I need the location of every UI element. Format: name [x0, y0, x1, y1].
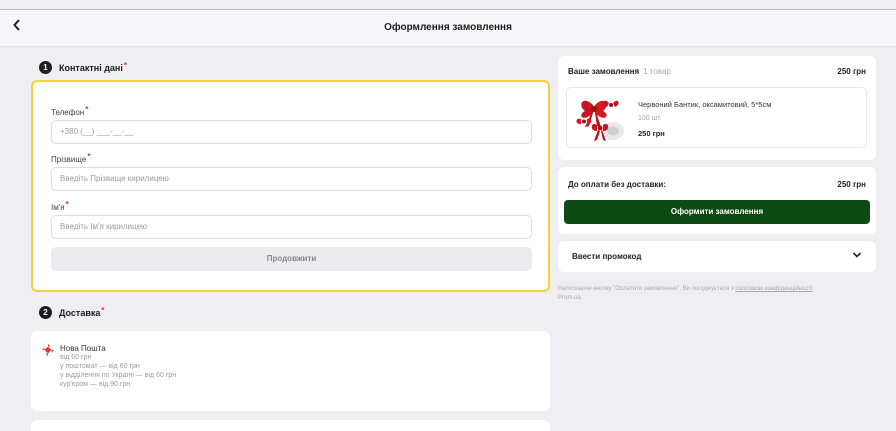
delivery-option-next[interactable]	[31, 420, 550, 431]
delivery-name: Нова Пошта	[60, 344, 106, 353]
required-mark: *	[65, 200, 69, 209]
surname-input[interactable]: Введіть Прізвище кирилицею	[51, 167, 532, 191]
required-mark: *	[87, 152, 91, 161]
required-mark: *	[101, 305, 105, 315]
place-order-button[interactable]: Оформити замовлення	[564, 200, 870, 224]
payment-total: 250 грн	[837, 180, 866, 189]
privacy-policy-link[interactable]: політикою конфіденційності	[735, 286, 812, 292]
top-bar: Оформлення замовлення	[0, 9, 896, 47]
phone-label: Телефон*	[51, 105, 89, 117]
order-count: 1 товар	[643, 67, 671, 76]
order-title: Ваше замовлення 1 товар	[568, 67, 671, 76]
order-summary: Ваше замовлення 1 товар 250 грн Червоний …	[558, 56, 876, 160]
delivery-price-line: у відділення по Україні — від 60 грн	[60, 372, 177, 379]
name-input[interactable]: Введіть Ім'я кирилицею	[51, 215, 532, 239]
continue-button[interactable]: Продовжити	[51, 247, 532, 271]
delivery-price-line: у поштомат — від 60 грн	[60, 363, 140, 370]
step-number: 2	[39, 306, 52, 319]
delivery-option-nova-poshta[interactable]: Нова Пошта від 60 грн у поштомат — від 6…	[31, 331, 550, 411]
required-mark: *	[123, 60, 127, 70]
promo-label: Ввести промокод	[572, 252, 642, 261]
product-name: Червоний Бантик, оксамитовий, 5*5см	[638, 100, 772, 109]
delivery-price-line: кур'єром — від 90 грн	[60, 381, 131, 388]
payment-label: До оплати без доставки:	[568, 180, 666, 189]
page-title: Оформлення замовлення	[384, 22, 512, 33]
delivery-title: Доставка	[59, 307, 101, 318]
payment-summary: До оплати без доставки: 250 грн Оформити…	[558, 167, 876, 234]
step-number: 1	[39, 61, 52, 74]
order-total: 250 грн	[837, 67, 866, 76]
product-item[interactable]: Червоний Бантик, оксамитовий, 5*5см 100 …	[566, 87, 867, 148]
product-price: 250 грн	[638, 129, 665, 138]
chevron-down-icon	[852, 252, 862, 258]
phone-input[interactable]: +380 (__) ___-__-__	[51, 120, 532, 144]
product-quantity: 100 шт.	[638, 115, 662, 122]
contacts-step-heading: 1 Контактні дані*	[39, 61, 127, 74]
nova-poshta-icon	[42, 344, 54, 356]
contacts-form: Телефон* +380 (__) ___-__-__ Прізвище* В…	[31, 80, 550, 292]
contacts-title: Контактні дані	[59, 62, 123, 73]
product-image	[576, 100, 624, 141]
delivery-step-heading: 2 Доставка*	[39, 306, 105, 319]
surname-label: Прізвище*	[51, 152, 91, 164]
name-label: Ім'я*	[51, 200, 69, 212]
promo-code-toggle[interactable]: Ввести промокод	[558, 241, 876, 272]
required-mark: *	[85, 105, 89, 114]
legal-notice: Натискаючи кнопку "Оплатити замовлення",…	[558, 286, 813, 301]
delivery-price-line: від 60 грн	[60, 354, 92, 361]
